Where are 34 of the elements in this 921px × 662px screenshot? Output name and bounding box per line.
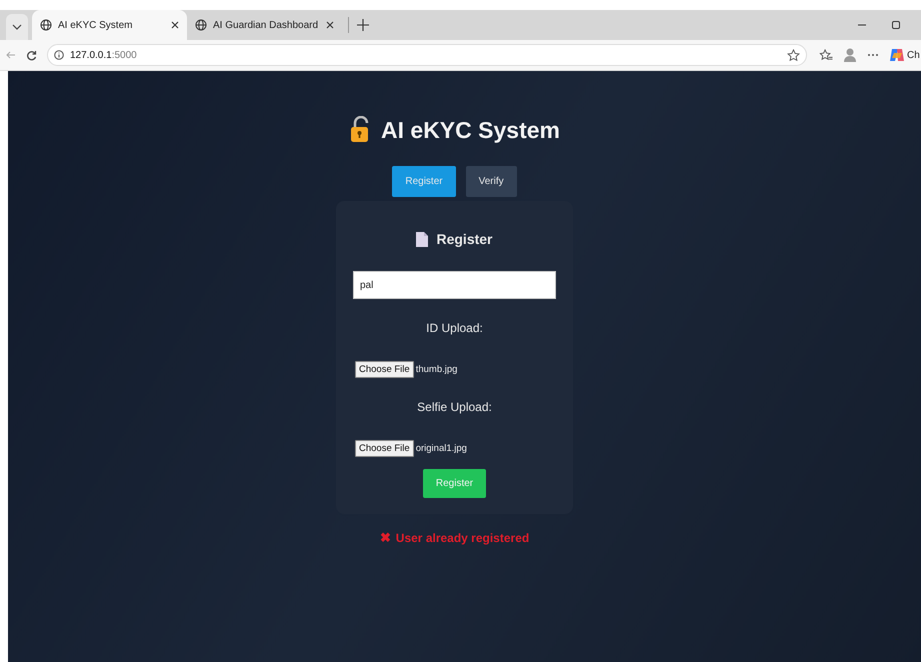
globe-icon bbox=[195, 19, 207, 31]
tab[interactable]: Verify bbox=[466, 166, 517, 197]
error-message: User already registered bbox=[396, 530, 530, 544]
browser-tab[interactable]: AI eKYC System bbox=[32, 10, 187, 40]
file-name: thumb.jpg bbox=[416, 364, 458, 375]
close-icon[interactable] bbox=[326, 21, 334, 29]
chevron-down-icon bbox=[12, 24, 22, 30]
tab-title: AI Guardian Dashboard bbox=[213, 20, 320, 30]
choose-file-button[interactable]: Choose File bbox=[355, 440, 414, 457]
profile-icon[interactable] bbox=[843, 47, 857, 63]
star-icon[interactable] bbox=[787, 48, 800, 62]
upload-label: ID Upload: bbox=[426, 321, 483, 335]
new-tab-icon[interactable] bbox=[357, 19, 369, 31]
name-field[interactable]: pal bbox=[353, 271, 556, 299]
page-title: AI eKYC System bbox=[381, 116, 560, 144]
copilot-button[interactable]: Ch bbox=[889, 47, 920, 63]
tab-title: AI eKYC System bbox=[58, 20, 134, 30]
choose-file-button[interactable]: Choose File bbox=[355, 361, 414, 378]
form-title: Register bbox=[436, 231, 493, 247]
maximize-icon[interactable] bbox=[891, 20, 901, 30]
upload-label: Selfie Upload: bbox=[417, 400, 492, 414]
file-name: original1.jpg bbox=[416, 443, 467, 454]
favorites-icon[interactable] bbox=[819, 48, 833, 62]
cross-icon: ✖ bbox=[380, 530, 391, 545]
document-icon bbox=[416, 232, 428, 246]
more-icon[interactable] bbox=[867, 53, 879, 57]
close-icon[interactable] bbox=[171, 21, 179, 29]
globe-icon bbox=[40, 19, 52, 31]
reload-icon[interactable] bbox=[26, 50, 37, 60]
browser-tab[interactable]: AI Guardian Dashboard bbox=[187, 10, 342, 40]
tab-list-button[interactable] bbox=[6, 14, 28, 40]
info-icon bbox=[54, 50, 64, 60]
address-field[interactable]: 127.0.0.1:5000 bbox=[47, 44, 807, 66]
copilot-icon bbox=[889, 47, 905, 63]
